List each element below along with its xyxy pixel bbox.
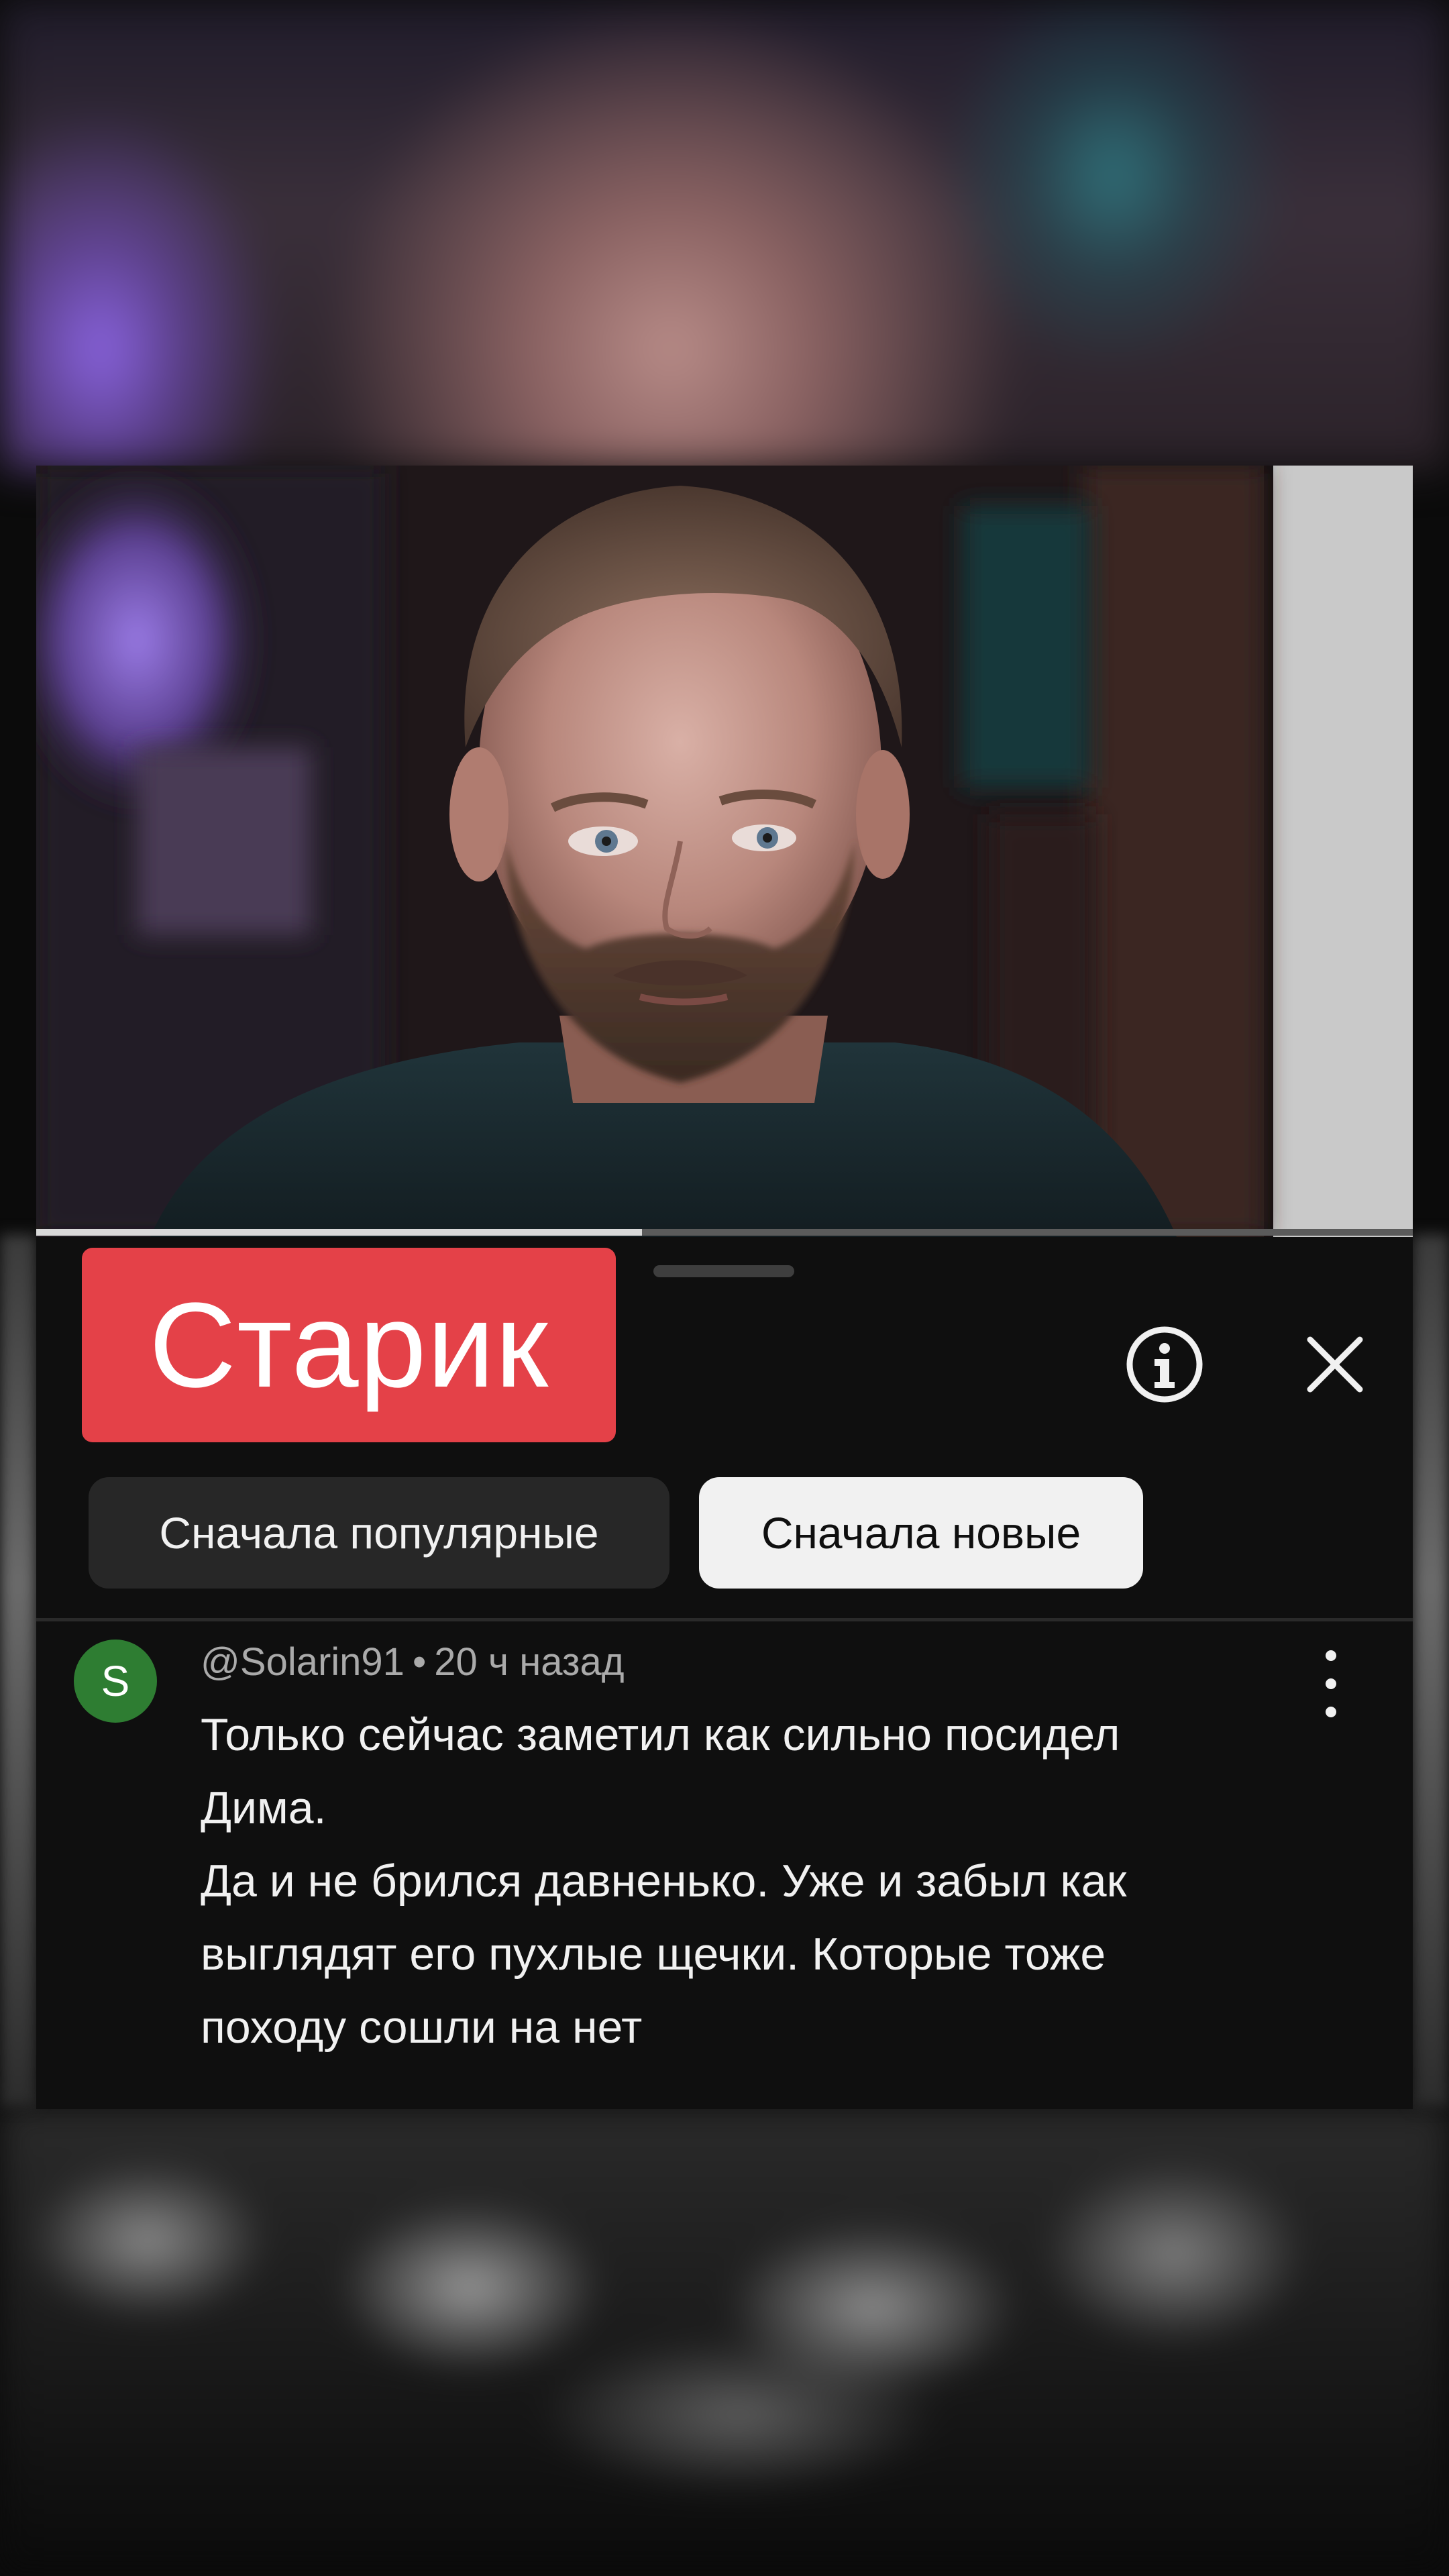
meta-separator: • [412, 1640, 427, 1684]
comment-line: походу сошли на нет [201, 2002, 643, 2053]
sort-chip-popular[interactable]: Сначала популярные [89, 1477, 669, 1589]
close-icon [1307, 1336, 1363, 1393]
comment-author[interactable]: @Solarin91 [201, 1640, 405, 1684]
title-badge-text: Старик [149, 1277, 549, 1413]
comment-line: Да и не брился давненько. Уже и забыл ка… [201, 1856, 1127, 1907]
info-icon [1126, 1326, 1203, 1403]
comment-line: Дима. [201, 1782, 327, 1833]
info-button[interactable] [1118, 1318, 1212, 1411]
comment-body: Только сейчас заметил как сильно посидел… [201, 1699, 1328, 2064]
comment-line: Только сейчас заметил как сильно посидел [201, 1709, 1120, 1760]
blurred-background-top [0, 0, 1449, 470]
title-badge: Старик [82, 1248, 616, 1442]
divider [36, 1618, 1413, 1621]
video-progress-fill [36, 1229, 642, 1236]
sheet-drag-handle[interactable] [653, 1265, 794, 1277]
avatar[interactable]: S [74, 1640, 157, 1723]
blurred-edge-left [0, 1234, 36, 2106]
comment-line: выглядят его пухлые щечки. Которые тоже [201, 1929, 1106, 1980]
video-frame-image [36, 466, 1413, 1237]
sort-chip-newest[interactable]: Сначала новые [699, 1477, 1143, 1589]
blurred-edge-right [1413, 1234, 1449, 2106]
comment-item: S @Solarin91 • 20 ч назад Только сейчас за… [36, 1622, 1413, 2092]
kebab-dot [1326, 1650, 1336, 1661]
kebab-dot [1326, 1678, 1336, 1689]
comments-sheet: Старик Сначала популярные Сначала новые … [36, 1237, 1413, 2109]
comment-meta: @Solarin91 • 20 ч назад [201, 1640, 625, 1684]
video-player[interactable] [36, 466, 1413, 1237]
video-progress-bar[interactable] [36, 1229, 1413, 1236]
close-button[interactable] [1288, 1318, 1382, 1411]
blurred-background-bottom [0, 2106, 1449, 2576]
screen: Старик Сначала популярные Сначала новые … [0, 0, 1449, 2576]
comment-timestamp: 20 ч назад [434, 1640, 625, 1684]
